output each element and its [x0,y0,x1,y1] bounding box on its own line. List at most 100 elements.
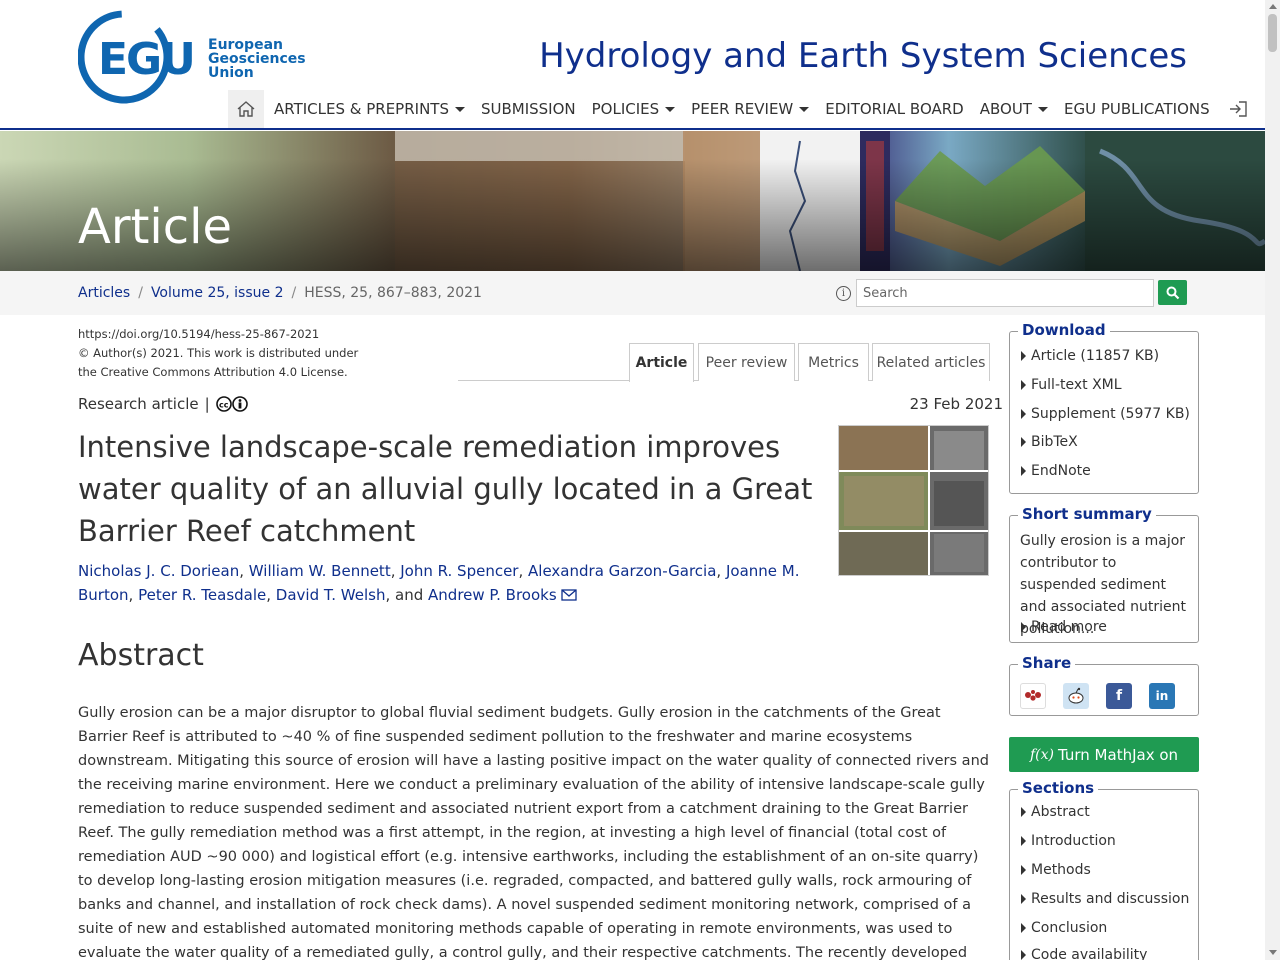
download-article[interactable]: Article (11857 KB) [1021,348,1159,364]
nav-policies[interactable]: POLICIES [592,100,676,118]
banner-title: Article [78,199,232,255]
caret-right-icon [1021,836,1026,846]
author-link[interactable]: Peter R. Teasdale [138,586,266,604]
breadcrumb-volume[interactable]: Volume 25, issue 2 [151,285,284,301]
svg-text:cc: cc [219,401,229,410]
share-box: Share f in [1009,654,1199,716]
function-icon: f(x) [1029,746,1054,763]
license-text[interactable]: the Creative Commons Attribution 4.0 Lic… [78,363,378,382]
page-scrollbar[interactable] [1265,0,1280,960]
home-button[interactable] [228,90,264,128]
download-endnote[interactable]: EndNote [1021,463,1091,479]
svg-text:Union: Union [208,65,254,81]
scrollbar-thumb[interactable] [1268,14,1277,52]
nav-egu-publications[interactable]: EGU PUBLICATIONS [1064,100,1210,118]
mathjax-toggle-button[interactable]: f(x) Turn MathJax on [1009,737,1199,772]
tab-peer-review[interactable]: Peer review [698,343,795,381]
article-thumbnail[interactable] [838,425,989,576]
site-header: EGU European Geosciences Union Hydrology… [0,0,1265,130]
article-banner: Article [0,131,1265,271]
share-title: Share [1018,654,1076,672]
nav-editorial-board[interactable]: EDITORIAL BOARD [825,100,963,118]
section-link-introduction[interactable]: Introduction [1021,833,1116,849]
caret-down-icon [799,106,810,112]
download-title: Download [1018,321,1110,339]
section-link-conclusion[interactable]: Conclusion [1021,920,1107,936]
main-nav: ARTICLES & PREPRINTS SUBMISSION POLICIES… [228,90,1248,128]
nav-about[interactable]: ABOUT [980,100,1048,118]
author-link[interactable]: Alexandra Garzon-Garcia [528,562,716,580]
linkedin-icon[interactable]: in [1149,683,1175,709]
breadcrumb-articles[interactable]: Articles [78,285,130,301]
caret-right-icon [1021,807,1026,817]
download-supplement[interactable]: Supplement (5977 KB) [1021,406,1190,422]
caret-right-icon [1021,351,1026,361]
article-type: Research article | cc [78,395,250,413]
mendeley-icon[interactable] [1020,683,1046,709]
caret-down-icon [665,106,676,112]
scroll-down-arrow-icon[interactable] [1269,950,1277,955]
login-button[interactable] [1228,100,1248,118]
caret-right-icon [1021,622,1026,632]
search-input[interactable] [856,279,1154,307]
breadcrumb-bar: Articles / Volume 25, issue 2 / HESS, 25… [0,271,1265,315]
author-link[interactable]: John R. Spencer [400,562,518,580]
article-tabs: Article Peer review Metrics Related arti… [458,343,990,382]
article-meta: https://doi.org/10.5194/hess-25-867-2021… [78,325,378,382]
author-link[interactable]: Nicholas J. C. Doriean [78,562,239,580]
info-icon[interactable]: i [836,286,851,301]
author-link[interactable]: Andrew P. Brooks [428,586,557,604]
breadcrumb-current: HESS, 25, 867–883, 2021 [304,285,482,301]
caret-right-icon [1021,865,1026,875]
copyright-text: © Author(s) 2021. This work is distribut… [78,346,359,360]
short-summary-box: Short summary Gully erosion is a major c… [1009,505,1199,643]
doi-link[interactable]: https://doi.org/10.5194/hess-25-867-2021 [78,325,378,344]
caret-right-icon [1021,409,1026,419]
journal-title[interactable]: Hydrology and Earth System Sciences [539,36,1187,76]
caret-right-icon [1021,950,1026,960]
read-more-link[interactable]: Read more [1021,619,1107,635]
scroll-up-arrow-icon[interactable] [1269,4,1277,9]
publication-date: 23 Feb 2021 [909,395,1003,413]
author-list: Nicholas J. C. Doriean, William W. Benne… [78,562,800,604]
caret-right-icon [1021,894,1026,904]
email-icon[interactable] [561,589,578,601]
thumbnail-image [839,426,988,575]
cc-by-license-icon[interactable]: cc [215,396,250,412]
nav-submission[interactable]: SUBMISSION [481,100,576,118]
download-bibtex[interactable]: BibTeX [1021,434,1078,450]
author-link[interactable]: David T. Welsh [276,586,386,604]
nav-articles-preprints[interactable]: ARTICLES & PREPRINTS [274,100,465,118]
search-button[interactable] [1158,280,1187,305]
abstract-text: Gully erosion can be a major disruptor t… [78,705,989,960]
abstract-heading: Abstract [78,638,204,673]
caret-right-icon [1021,437,1026,447]
reddit-icon[interactable] [1063,683,1089,709]
tab-article[interactable]: Article [629,343,694,382]
logo-abbr: EGU [98,34,194,85]
search-icon [1166,286,1179,299]
download-full-text-xml[interactable]: Full-text XML [1021,377,1122,393]
tab-related-articles[interactable]: Related articles [872,343,990,381]
caret-down-icon [454,106,465,112]
short-summary-title: Short summary [1018,505,1156,523]
caret-right-icon [1021,380,1026,390]
caret-right-icon [1021,923,1026,933]
caret-down-icon [1037,106,1048,112]
login-icon [1229,101,1247,117]
section-link-methods[interactable]: Methods [1021,862,1091,878]
download-box: Download Article (11857 KB) Full-text XM… [1009,321,1199,494]
breadcrumb: Articles / Volume 25, issue 2 / HESS, 25… [78,285,482,301]
sections-box: Sections Abstract Introduction Methods R… [1009,779,1199,960]
nav-peer-review[interactable]: PEER REVIEW [691,100,810,118]
author-link[interactable]: William W. Bennett [249,562,391,580]
section-link-code-availability[interactable]: Code availability [1021,947,1147,960]
caret-right-icon [1021,466,1026,476]
tab-metrics[interactable]: Metrics [798,343,869,381]
home-icon [237,101,255,117]
article-title: Intensive landscape-scale remediation im… [78,430,813,548]
sections-title: Sections [1018,779,1099,797]
section-link-results[interactable]: Results and discussion [1021,891,1189,907]
facebook-icon[interactable]: f [1106,683,1132,709]
section-link-abstract[interactable]: Abstract [1021,804,1090,820]
